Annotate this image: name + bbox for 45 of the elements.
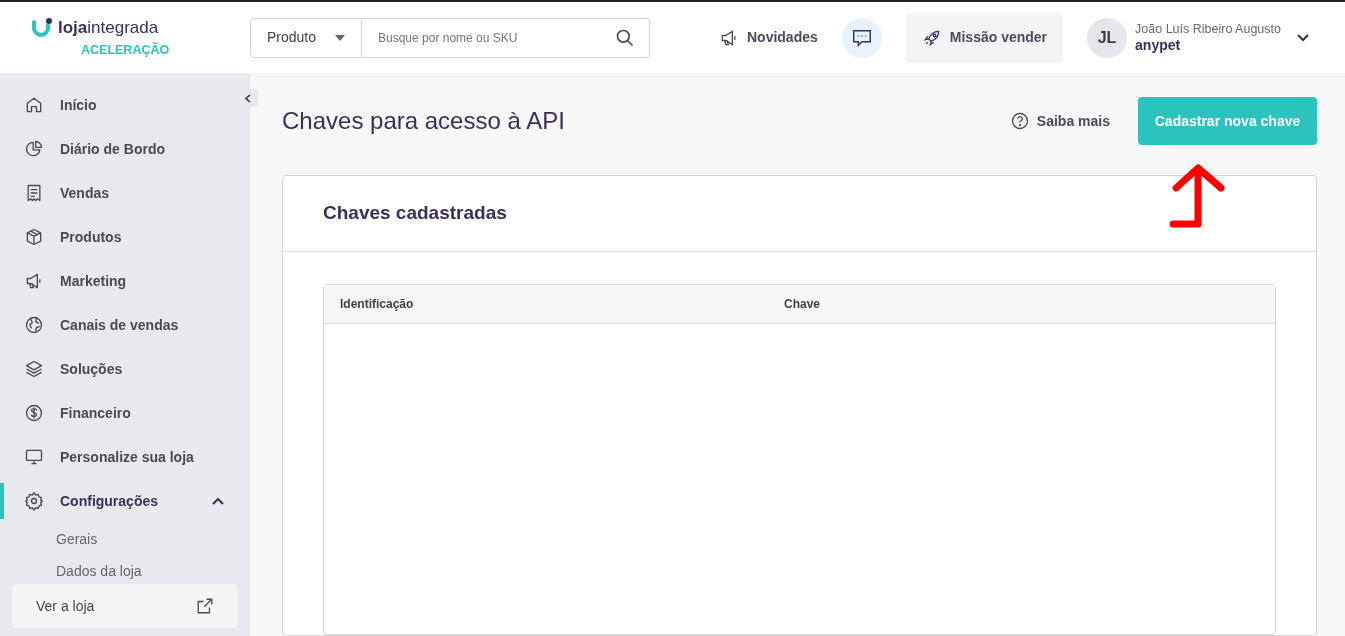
sidebar-subitem[interactable]: Dados da loja bbox=[56, 560, 142, 582]
search-field[interactable]: Busque por nome ou SKU bbox=[362, 17, 650, 58]
sidebar-item[interactable]: Configurações bbox=[0, 479, 250, 523]
globe-icon bbox=[24, 315, 44, 335]
box-icon bbox=[24, 227, 44, 247]
card-title: Chaves cadastradas bbox=[323, 201, 507, 226]
monitor-icon bbox=[24, 447, 44, 467]
sidebar-item[interactable]: Diário de Bordo bbox=[0, 127, 250, 171]
view-store-link[interactable]: Ver a loja bbox=[12, 584, 238, 628]
sidebar-item[interactable]: Canais de vendas bbox=[0, 303, 250, 347]
plan-label: ACELERAÇÃO bbox=[81, 41, 171, 59]
external-link-icon bbox=[196, 597, 214, 615]
chevron-down-icon bbox=[1297, 33, 1309, 42]
user-menu[interactable]: JL João Luís Ribeiro Augusto anypet bbox=[1087, 17, 1309, 58]
layers-icon bbox=[24, 359, 44, 379]
sidebar-item[interactable]: Vendas bbox=[0, 171, 250, 215]
caret-icon bbox=[335, 34, 345, 41]
help-icon bbox=[1010, 112, 1029, 130]
column-header: Identificação bbox=[339, 296, 415, 313]
dollar-coin-icon bbox=[24, 403, 44, 423]
store-name: anypet bbox=[1135, 36, 1182, 53]
sidebar-item[interactable]: Soluções bbox=[0, 347, 250, 391]
house-icon bbox=[24, 95, 44, 115]
help-link[interactable]: Saiba mais bbox=[1010, 110, 1110, 132]
megaphone-icon bbox=[719, 27, 739, 48]
column-header: Chave bbox=[784, 296, 822, 313]
pie-chart-icon bbox=[24, 139, 44, 159]
avatar: JL bbox=[1087, 17, 1128, 58]
page-title: Chaves para acesso à API bbox=[282, 106, 565, 136]
news-link[interactable]: Novidades bbox=[719, 27, 818, 48]
megaphone-icon bbox=[24, 271, 44, 291]
logo-icon bbox=[32, 18, 54, 39]
chevron-left-icon bbox=[245, 93, 251, 103]
logo-wordmark: lojaintegrada bbox=[58, 17, 159, 40]
sidebar-item[interactable]: Personalize sua loja bbox=[0, 435, 250, 479]
sidebar-item[interactable]: Financeiro bbox=[0, 391, 250, 435]
scope-dropdown[interactable]: Produto bbox=[250, 17, 362, 58]
sidebar-item[interactable]: Marketing bbox=[0, 259, 250, 303]
sidebar-item[interactable]: Produtos bbox=[0, 215, 250, 259]
gear-icon bbox=[24, 491, 44, 511]
user-name: João Luís Ribeiro Augusto bbox=[1135, 22, 1281, 37]
sidebar-subitem[interactable]: Gerais bbox=[56, 528, 98, 550]
mission-button[interactable]: Missão vender bbox=[905, 12, 1064, 63]
sidebar-item[interactable]: Início bbox=[0, 83, 250, 127]
search-icon[interactable] bbox=[615, 27, 635, 48]
